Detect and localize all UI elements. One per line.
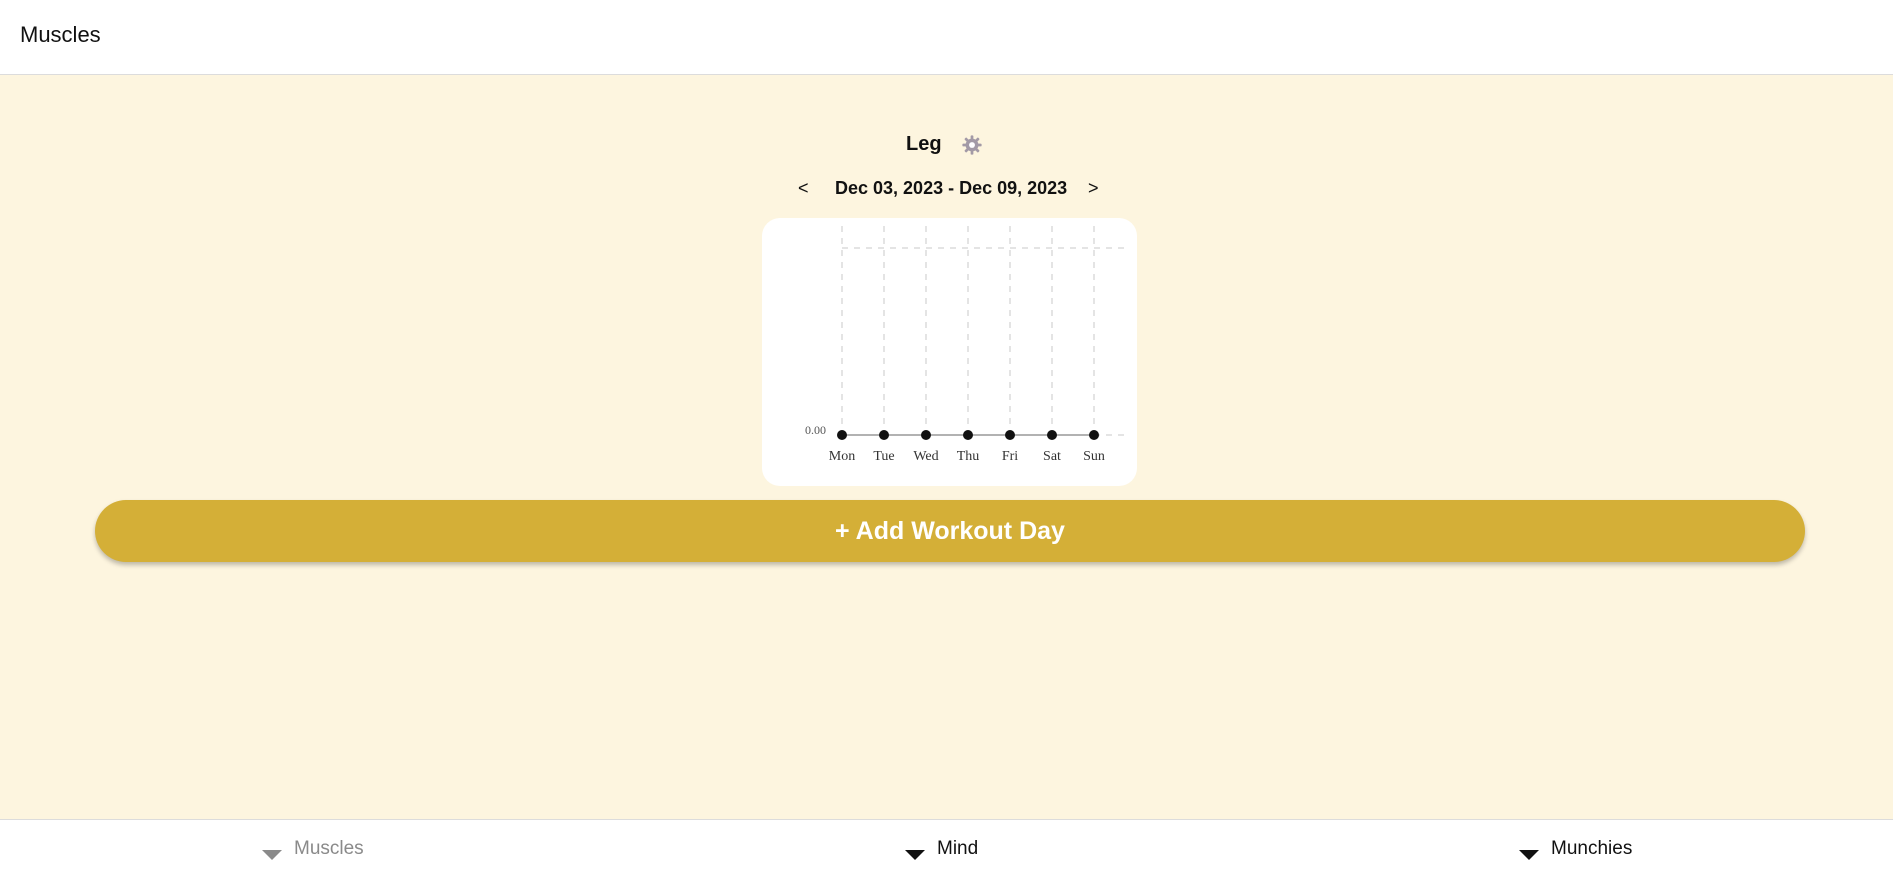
x-tick-label: Sun (1083, 449, 1105, 464)
x-tick-label: Wed (913, 449, 938, 464)
bottom-nav-label: Mind (937, 838, 979, 859)
bottom-nav-munchies[interactable]: Munchies (1519, 838, 1632, 860)
workout-title: Leg (906, 133, 942, 155)
y-tick-label: 0.00 (805, 423, 826, 437)
x-tick-label: Fri (1002, 449, 1018, 464)
chart-svg: 0.00Mon Tue Wed Thu Fri Sat Sun (805, 226, 1130, 464)
data-point (1089, 430, 1099, 440)
bottom-navigation: Muscles Mind Munchies (0, 819, 1893, 873)
top-app-bar: Muscles (0, 0, 1893, 75)
data-point (963, 430, 973, 440)
date-range-label: Dec 03, 2023 - Dec 09, 2023 (835, 178, 1068, 198)
data-point (1005, 430, 1015, 440)
data-point (921, 430, 931, 440)
bottom-nav-mind[interactable]: Mind (905, 838, 978, 860)
bottom-nav-muscles[interactable]: Muscles (262, 838, 364, 860)
chevron-down-icon (905, 850, 925, 860)
data-point (837, 430, 847, 440)
page-title: Muscles (20, 22, 101, 47)
data-point (1047, 430, 1057, 440)
main-content: Leg < Dec 03, 2023 - Dec 09, 2023 > 0.00… (0, 75, 1893, 819)
bottom-nav-label: Muscles (294, 838, 364, 859)
x-tick-label: Thu (957, 449, 980, 464)
next-week-button[interactable]: > (1088, 178, 1099, 199)
gear-icon[interactable] (961, 134, 983, 156)
x-tick-label: Tue (873, 449, 894, 464)
add-workout-day-button[interactable]: + Add Workout Day (95, 500, 1805, 562)
chevron-down-icon (1519, 850, 1539, 860)
data-point (879, 430, 889, 440)
previous-week-button[interactable]: < (798, 178, 809, 199)
chevron-down-icon (262, 850, 282, 860)
x-tick-label: Mon (829, 449, 855, 464)
weekly-chart: 0.00 Mon Tue Wed Thu Fri Sat Sun (762, 218, 1137, 486)
x-tick-label: Sat (1043, 449, 1061, 464)
bottom-nav-label: Munchies (1551, 838, 1633, 859)
